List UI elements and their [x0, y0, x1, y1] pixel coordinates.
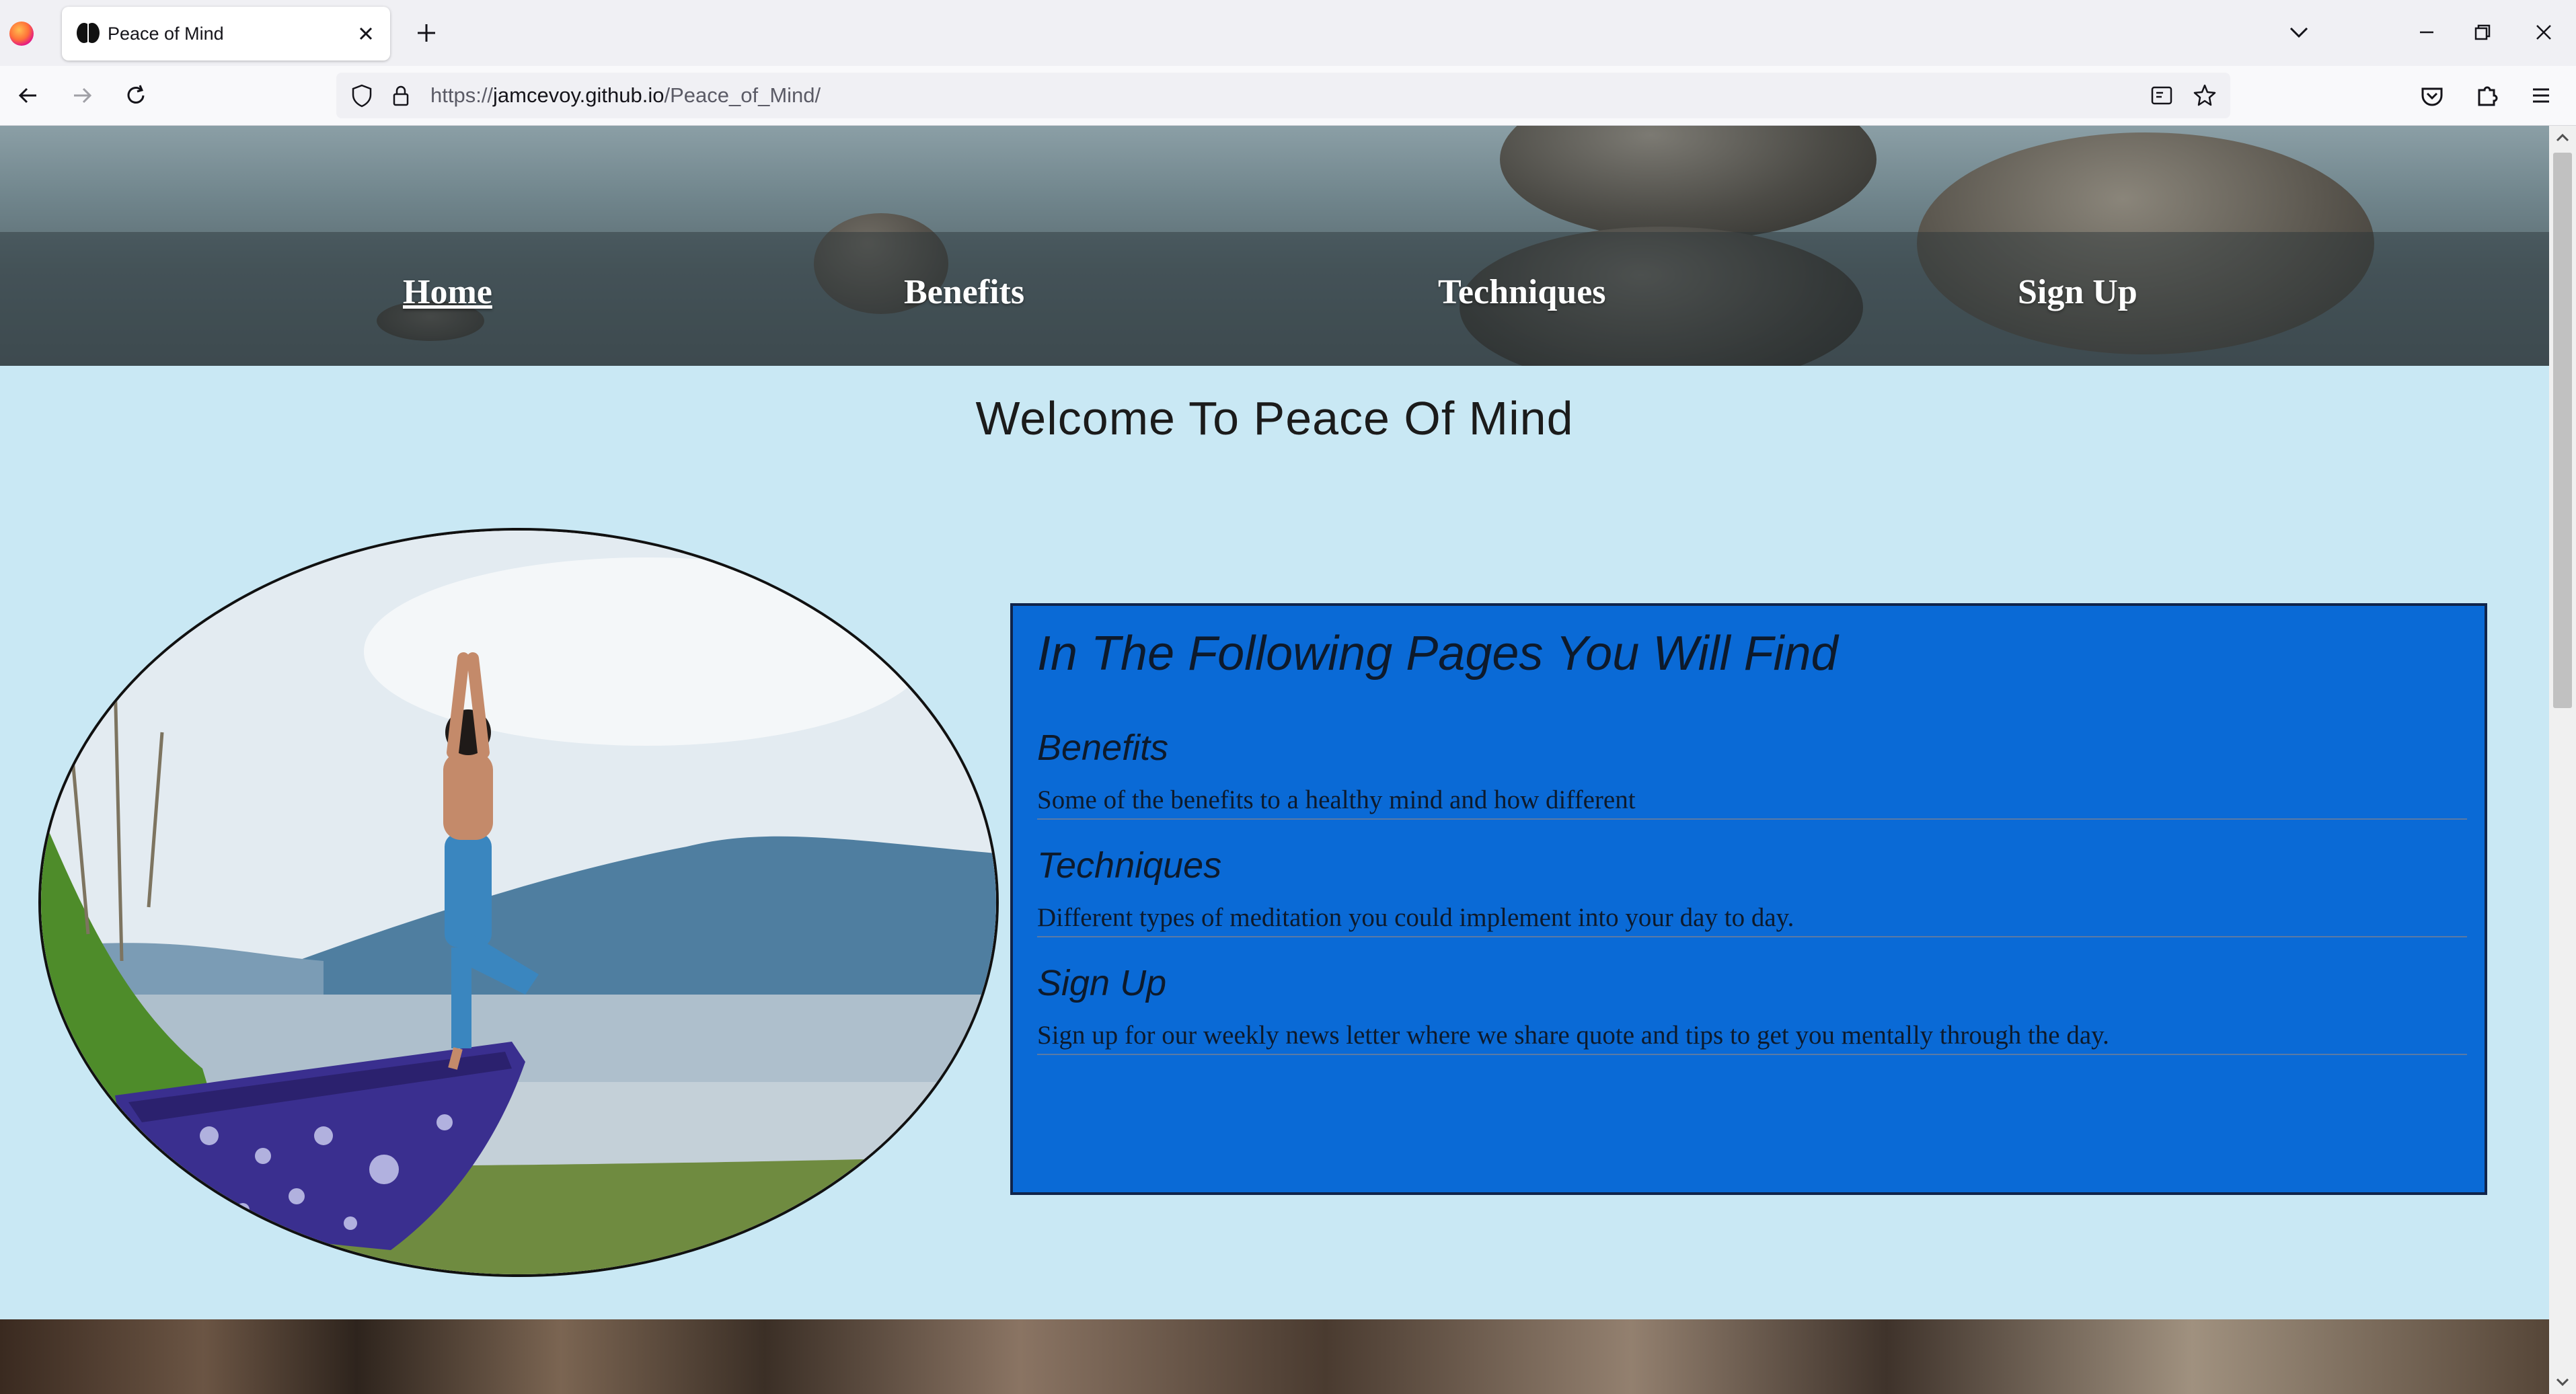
url-bar[interactable]: https://jamcevoy.github.io/Peace_of_Mind… [336, 73, 2230, 118]
features-text-sign-up: Sign up for our weekly news letter where… [1037, 1021, 2109, 1050]
reload-icon[interactable] [121, 81, 151, 110]
back-arrow-icon[interactable] [13, 81, 43, 110]
features-text-benefits: Some of the benefits to a healthy mind a… [1037, 785, 1636, 814]
divider [1037, 936, 2467, 937]
pocket-icon[interactable] [2417, 81, 2447, 110]
menu-icon[interactable] [2526, 81, 2556, 110]
navigation-toolbar: https://jamcevoy.github.io/Peace_of_Mind… [0, 66, 2576, 126]
new-tab-button[interactable] [412, 16, 441, 50]
site-nav: Home Benefits Techniques Sign Up [0, 259, 2549, 326]
bookmark-star-icon[interactable] [2191, 82, 2218, 109]
minimize-icon[interactable] [2407, 13, 2447, 51]
scroll-up-arrow-icon[interactable] [2549, 126, 2576, 150]
lock-icon[interactable] [387, 82, 414, 109]
yoga-photo [38, 528, 999, 1277]
brain-favicon-icon [75, 20, 101, 46]
close-icon[interactable] [351, 19, 381, 48]
nav-link-benefits[interactable]: Benefits [904, 259, 1024, 326]
divider [1037, 1054, 2467, 1055]
features-title: In The Following Pages You Will Find [1037, 627, 1838, 681]
nav-link-techniques[interactable]: Techniques [1438, 259, 1606, 326]
tab-peace-of-mind[interactable]: Peace of Mind [62, 7, 390, 61]
url-path: /Peace_of_Mind/ [664, 83, 821, 107]
nav-link-home[interactable]: Home [403, 259, 492, 326]
url-text[interactable]: https://jamcevoy.github.io/Peace_of_Mind… [430, 73, 821, 118]
features-heading-benefits: Benefits [1037, 728, 1169, 768]
rock-image [1500, 126, 1877, 240]
url-host: jamcevoy.github.io [493, 83, 665, 107]
page-viewport: Home Benefits Techniques Sign Up Welcome… [0, 126, 2549, 1394]
features-heading-sign-up: Sign Up [1037, 963, 1167, 1003]
features-text-techniques: Different types of meditation you could … [1037, 903, 1794, 932]
tab-strip: Peace of Mind [0, 0, 2576, 66]
features-heading-techniques: Techniques [1037, 845, 1222, 886]
nav-link-sign-up[interactable]: Sign Up [2018, 259, 2137, 326]
extensions-icon[interactable] [2472, 81, 2502, 110]
close-window-icon[interactable] [2524, 13, 2564, 51]
page-scrollbar[interactable] [2549, 126, 2576, 1394]
features-panel: In The Following Pages You Will Find Ben… [1010, 603, 2487, 1195]
scrollbar-thumb[interactable] [2553, 153, 2572, 708]
divider [1037, 818, 2467, 820]
tab-title: Peace of Mind [108, 24, 224, 44]
scroll-down-arrow-icon[interactable] [2549, 1370, 2576, 1394]
chevron-down-icon[interactable] [2284, 17, 2314, 47]
firefox-logo-icon[interactable] [9, 22, 34, 46]
forward-arrow-icon[interactable] [67, 81, 97, 110]
restore-icon[interactable] [2462, 13, 2502, 51]
shield-icon[interactable] [348, 82, 375, 109]
page-title: Welcome To Peace Of Mind [975, 392, 1574, 444]
url-scheme: https:// [430, 83, 494, 107]
hero-banner: Home Benefits Techniques Sign Up [0, 126, 2549, 366]
reader-view-icon[interactable] [2148, 82, 2175, 109]
footer-banner-image [0, 1319, 2549, 1394]
